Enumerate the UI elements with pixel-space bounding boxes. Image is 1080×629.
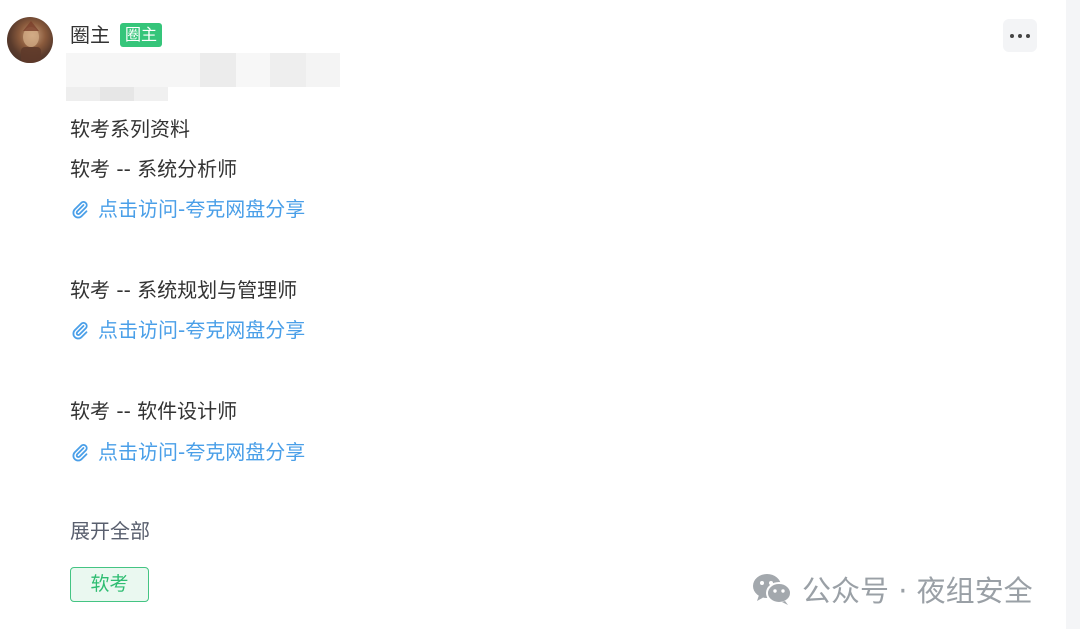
paperclip-icon — [72, 322, 88, 340]
author-name[interactable]: 圈主 — [70, 22, 110, 48]
more-dot-icon — [1018, 33, 1022, 38]
section-title: 软考 -- 系统分析师 — [70, 157, 238, 181]
owner-badge: 圈主 — [120, 23, 163, 47]
wechat-icon — [753, 574, 792, 605]
paperclip-icon — [72, 444, 88, 462]
share-link-label[interactable]: 点击访问-夸克网盘分享 — [98, 316, 305, 344]
watermark: 公众号 · 夜组安全 — [752, 568, 1033, 610]
more-dot-icon — [1010, 33, 1014, 38]
post-intro: 软考系列资料 — [70, 117, 190, 141]
section-title: 软考 -- 系统规划与管理师 — [70, 278, 298, 302]
share-link[interactable]: 点击访问-夸克网盘分享 — [70, 195, 305, 223]
share-link-label[interactable]: 点击访问-夸克网盘分享 — [98, 438, 305, 466]
share-link-label[interactable]: 点击访问-夸克网盘分享 — [98, 195, 305, 223]
paperclip-icon — [72, 201, 88, 219]
more-dot-icon — [1026, 33, 1030, 38]
right-scroll-strip — [1066, 0, 1080, 629]
share-link[interactable]: 点击访问-夸克网盘分享 — [70, 438, 305, 466]
watermark-text: 公众号 · 夜组安全 — [802, 574, 1033, 608]
avatar[interactable] — [7, 17, 53, 63]
share-link[interactable]: 点击访问-夸克网盘分享 — [70, 316, 305, 344]
tag-chip[interactable]: 软考 — [70, 567, 149, 602]
section-title: 软考 -- 软件设计师 — [70, 399, 238, 423]
more-options-button[interactable] — [1003, 19, 1037, 52]
expand-all-link[interactable]: 展开全部 — [70, 517, 150, 545]
